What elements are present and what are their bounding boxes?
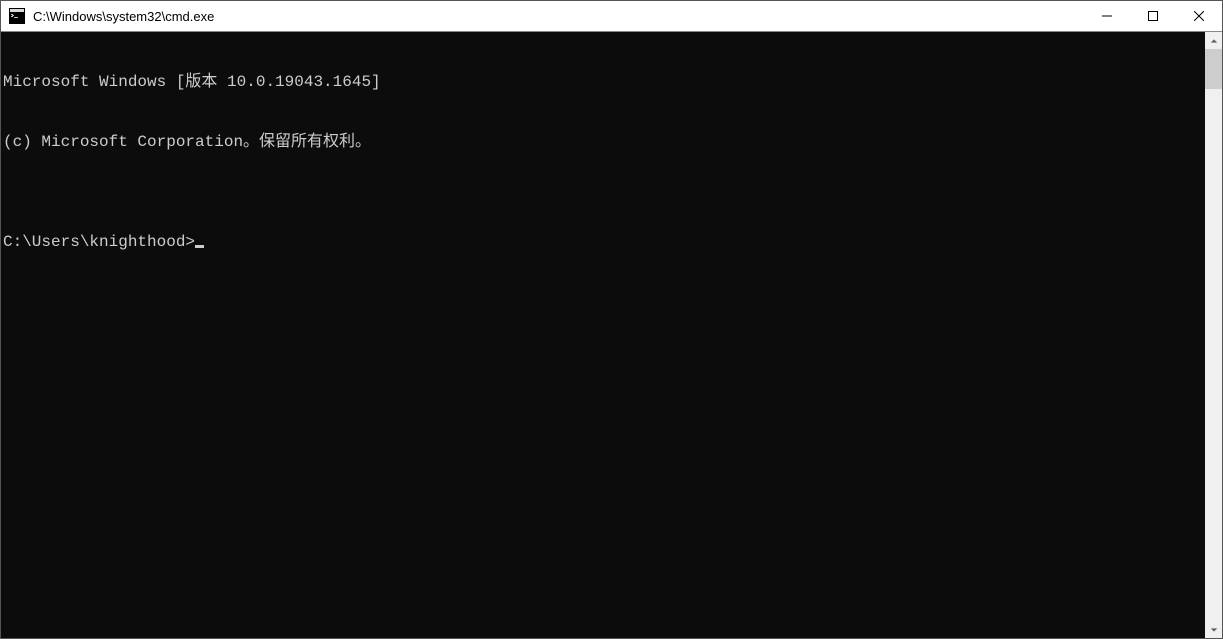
window-title: C:\Windows\system32\cmd.exe	[31, 9, 1084, 24]
window-controls	[1084, 1, 1222, 31]
titlebar[interactable]: C:\Windows\system32\cmd.exe	[1, 1, 1222, 32]
cmd-icon	[9, 8, 25, 24]
scroll-thumb[interactable]	[1205, 49, 1222, 89]
console-prompt: C:\Users\knighthood>	[3, 232, 195, 252]
console-output[interactable]: Microsoft Windows [版本 10.0.19043.1645] (…	[1, 32, 1205, 638]
scroll-track[interactable]	[1205, 49, 1222, 621]
client-area: Microsoft Windows [版本 10.0.19043.1645] (…	[1, 32, 1222, 638]
maximize-button[interactable]	[1130, 1, 1176, 31]
minimize-button[interactable]	[1084, 1, 1130, 31]
scroll-down-button[interactable]	[1205, 621, 1222, 638]
close-button[interactable]	[1176, 1, 1222, 31]
console-prompt-line: C:\Users\knighthood>	[3, 232, 1205, 252]
console-line: (c) Microsoft Corporation。保留所有权利。	[3, 132, 1205, 152]
console-line: Microsoft Windows [版本 10.0.19043.1645]	[3, 72, 1205, 92]
text-cursor	[195, 245, 204, 248]
vertical-scrollbar[interactable]	[1205, 32, 1222, 638]
scroll-up-button[interactable]	[1205, 32, 1222, 49]
